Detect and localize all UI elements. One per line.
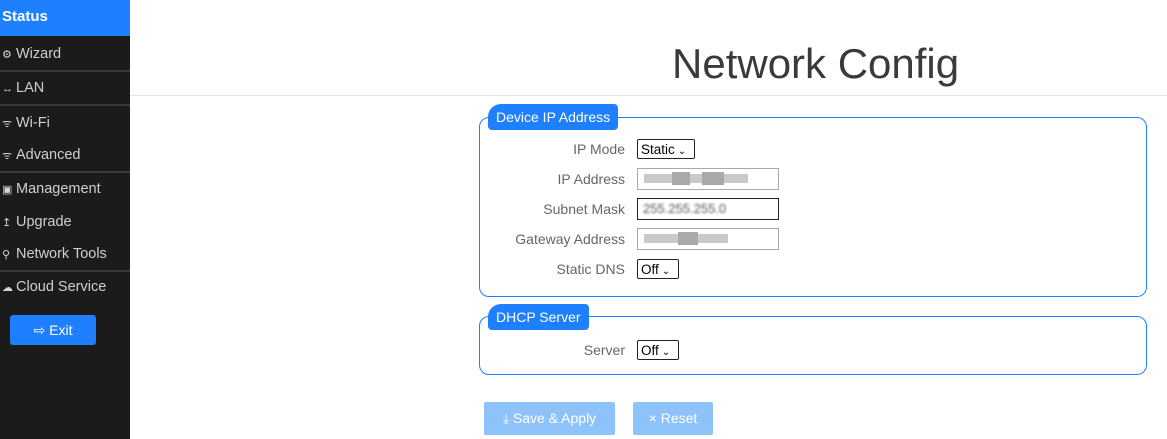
sidebar-item-wizard[interactable]: ⚙ Wizard [0, 38, 130, 71]
sidebar-item-label: Advanced [16, 147, 81, 163]
sidebar-item-label: Upgrade [16, 214, 72, 230]
wifi-icon: ᯤ [2, 118, 13, 130]
ip-mode-label: IP Mode [573, 141, 625, 157]
dhcp-server-select[interactable]: Off ⌄ [637, 340, 679, 360]
reset-button[interactable]: × Reset [633, 402, 713, 435]
gateway-address-input[interactable] [637, 228, 779, 250]
redacted-value [644, 174, 748, 183]
close-icon: × [648, 410, 657, 426]
subnet-mask-value: 255.255.255.0 [643, 201, 727, 216]
reset-label: Reset [660, 410, 698, 426]
upgrade-icon: ↥ [2, 217, 12, 229]
chevron-down-icon: ⌄ [661, 266, 671, 277]
title-divider [130, 95, 1167, 96]
page-title: Network Config [672, 40, 960, 87]
sidebar-item-label: Network Tools [16, 246, 107, 262]
gateway-address-label: Gateway Address [515, 231, 625, 247]
redacted-value [702, 172, 724, 185]
static-dns-label: Static DNS [556, 261, 625, 277]
sidebar-item-label: LAN [16, 80, 45, 96]
sidebar-item-upgrade[interactable]: ↥ Upgrade [0, 206, 130, 239]
ip-address-input[interactable] [637, 168, 779, 190]
arrows-icon: ↔ [2, 83, 13, 95]
exit-button[interactable]: ⇨ Exit [10, 315, 96, 345]
management-icon: ▣ [2, 184, 13, 196]
sidebar-item-label: Wizard [16, 46, 62, 62]
ip-mode-select[interactable]: Static ⌄ [637, 139, 695, 159]
ip-address-label: IP Address [557, 171, 625, 187]
static-dns-value: Off [641, 262, 659, 277]
save-apply-label: Save & Apply [512, 410, 597, 426]
sidebar-item-advanced[interactable]: ᯤ Advanced [0, 139, 130, 172]
dhcp-server-legend: DHCP Server [488, 304, 589, 330]
chevron-down-icon: ⌄ [677, 146, 687, 157]
chevron-down-icon: ⌄ [661, 347, 671, 358]
sidebar-item-status[interactable]: Status [0, 0, 130, 36]
sidebar-item-network-tools[interactable]: ⚲ Network Tools [0, 238, 130, 271]
ip-mode-value: Static [641, 142, 675, 157]
download-icon: ⤓ [502, 410, 510, 426]
sidebar-divider [0, 104, 130, 106]
sidebar-item-cloud-service[interactable]: ☁ Cloud Service [0, 271, 130, 304]
sidebar-item-lan[interactable]: ↔ LAN [0, 72, 130, 105]
search-icon: ⚲ [2, 249, 11, 261]
sidebar-item-label: Management [16, 181, 101, 197]
sidebar: Status ⚙ Wizard ↔ LAN ᯤ Wi-Fi ᯤ Advanced ▣ Ma… [0, 0, 130, 439]
sidebar-item-label: Cloud Service [16, 279, 107, 295]
sidebar-item-management[interactable]: ▣ Management [0, 173, 130, 206]
device-ip-legend: Device IP Address [488, 104, 619, 130]
redacted-value [672, 172, 690, 185]
server-label: Server [583, 342, 625, 358]
cloud-icon: ☁ [2, 282, 13, 294]
exit-icon: ⇨ [33, 322, 46, 338]
subnet-mask-label: Subnet Mask [543, 201, 625, 217]
dhcp-server-value: Off [641, 343, 659, 358]
wifi-icon: ᯤ [2, 150, 13, 162]
sidebar-item-label: Wi-Fi [16, 115, 50, 131]
save-apply-button[interactable]: ⤓ Save & Apply [484, 402, 615, 435]
sidebar-item-wifi[interactable]: ᯤ Wi-Fi [0, 107, 130, 140]
exit-label: Exit [49, 322, 73, 338]
redacted-value [678, 232, 698, 245]
gear-icon: ⚙ [2, 49, 12, 61]
static-dns-select[interactable]: Off ⌄ [637, 259, 679, 279]
subnet-mask-input[interactable]: 255.255.255.0 [637, 198, 779, 220]
